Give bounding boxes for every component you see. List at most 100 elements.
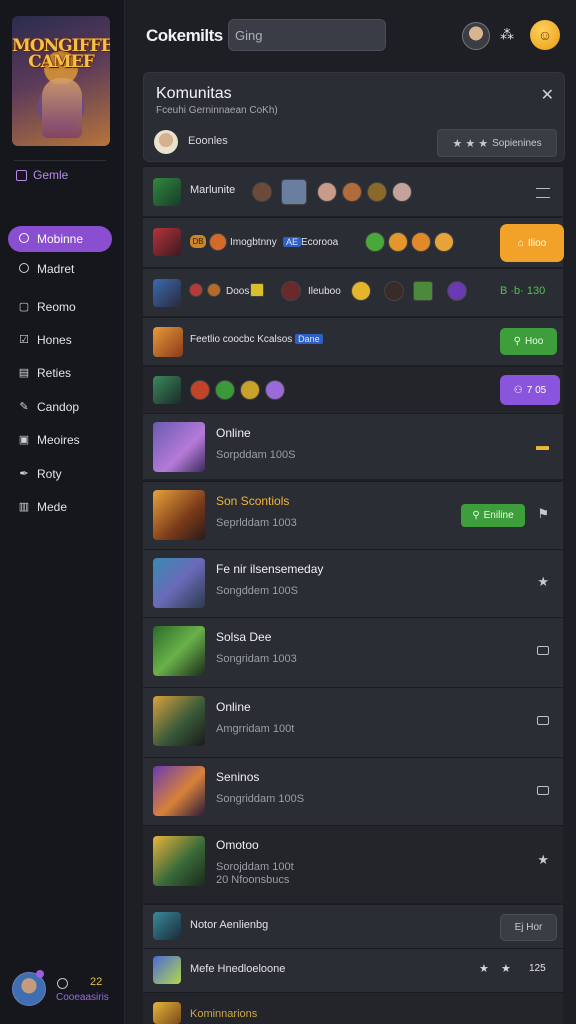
member-avatar [189, 283, 203, 297]
star-icon[interactable]: ★ [537, 574, 549, 590]
sidebar-divider [14, 160, 106, 161]
footer-count: 22 [90, 976, 103, 988]
game-title: Omotoo [216, 838, 259, 852]
sidebar-item-8[interactable]: ▥ Mede [8, 494, 112, 520]
sidebar-item-6[interactable]: ▣ Meoires [8, 427, 112, 453]
list-item[interactable]: Doos Ileuboo B ·b· 130 [143, 268, 563, 316]
star-icon[interactable]: ★ [479, 962, 489, 975]
sidebar-item-label: Meoires [37, 433, 80, 447]
row-action-label: 7 05 [526, 384, 547, 396]
row-action-label: Hoo [524, 336, 544, 347]
sidebar: MONGIFFE CAMEF Gemle Mobinne Madret ▢ Re… [0, 0, 125, 1024]
list-item[interactable]: Marlunite [143, 166, 563, 216]
row-action-button[interactable]: Ej Hor [500, 914, 557, 941]
row-action-button[interactable]: ⚇ 7 05 [500, 375, 560, 405]
avatar [153, 228, 181, 256]
game-row[interactable]: Fe nir ilsensemeday Songddem 100S ★ [143, 549, 563, 617]
avatar[interactable] [154, 130, 178, 154]
member-avatar [209, 233, 227, 251]
panel-action-label: Sopienines [492, 137, 542, 149]
list-item[interactable]: DB Imogbtnny AE Ecorooa ⌂ Ilioo [143, 217, 564, 267]
list-item[interactable]: Kominnarions [143, 992, 563, 1024]
people-icon: ⚇ [513, 384, 523, 396]
close-icon[interactable]: ✕ [541, 85, 554, 105]
row-label: Imogbtnny [230, 237, 277, 248]
game-title: Online [216, 700, 251, 714]
sidebar-item-5[interactable]: ✎ Candop [8, 394, 112, 420]
sidebar-item-2[interactable]: ▢ Reomo [8, 294, 112, 320]
member-avatar [252, 182, 272, 202]
page-title: Cokemilts [146, 26, 223, 45]
list-item[interactable]: Feetlio coocbc Kcalsos Dane ⚲ Hoo [143, 317, 563, 365]
game-subtitle: Seprlddam 1003 [216, 517, 297, 529]
coin-icon[interactable]: ☺ [530, 20, 560, 50]
game-thumbnail [153, 696, 205, 746]
ticket-icon[interactable]: ▬ [536, 438, 549, 453]
game-thumbnail [153, 490, 205, 540]
logo-character [42, 78, 82, 138]
ring-icon [18, 263, 30, 275]
star-icon[interactable]: ★ [537, 852, 549, 868]
window-icon[interactable] [537, 646, 549, 655]
sidebar-item-label: Candop [37, 400, 80, 414]
game-title: Fe nir ilsensemeday [216, 562, 324, 576]
row-tag: AE [283, 237, 302, 247]
avatar[interactable] [462, 22, 490, 50]
game-title: Online [216, 426, 251, 440]
game-row[interactable]: Omotoo Sorojddam 100t 20 Nfoonsbucs ★ [143, 825, 563, 903]
row-label: Notor Aenlienbg [190, 919, 269, 931]
community-panel: Komunitas Fceuhi Gerninnaean CoKh) ✕ Eoo… [143, 72, 565, 162]
row-label: Marlunite [190, 184, 236, 196]
status-ring-icon[interactable] [57, 978, 68, 989]
game-thumbnail [153, 766, 205, 816]
window-icon[interactable] [537, 716, 549, 725]
logo-line-2: CAMEF [28, 52, 95, 72]
star-icon[interactable]: ★ [501, 962, 511, 975]
list-item[interactable]: Mefe Hnedloeloone ★ ★ 125 [143, 948, 563, 992]
avatar [153, 1002, 181, 1024]
game-thumbnail [153, 626, 205, 676]
row-label: Ecorooa [301, 237, 339, 248]
sidebar-item-0[interactable]: Mobinne [8, 226, 112, 252]
game-title: Son Scontiols [216, 494, 290, 508]
sidebar-footer: 22 Cooeaasiris [12, 970, 116, 1006]
logo-text: MONGIFFE CAMEF [12, 38, 110, 72]
row-label: Mefe Hnedloeloone [190, 963, 286, 975]
game-row[interactable]: Solsa Dee Songridam 1003 [143, 617, 563, 687]
sidebar-item-3[interactable]: ☑ Hones [8, 327, 112, 353]
panel-action-button[interactable]: ★ ★ ★ Sopienines [437, 129, 557, 157]
footer-label[interactable]: Cooeaasiris [56, 992, 109, 1003]
game-row[interactable]: Online Sorpddam 100S ▬ [143, 413, 563, 479]
member-avatar [281, 281, 301, 301]
member-avatar [240, 380, 260, 400]
online-button[interactable]: ⚲ Eniline [461, 504, 525, 527]
sidebar-game-link[interactable]: Gemle [16, 168, 68, 182]
window-icon[interactable] [537, 786, 549, 795]
game-thumbnail [153, 422, 205, 472]
row-label: Feetlio coocbc Kcalsos [190, 334, 293, 345]
home-icon: ⌂ [517, 237, 524, 249]
game-row[interactable]: Son Scontiols Seprlddam 1003 ⚲ Eniline ⚑ [143, 481, 563, 549]
sidebar-item-1[interactable]: Madret [8, 256, 112, 282]
member-avatar [250, 283, 264, 297]
list-item[interactable]: Notor Aenlienbg Ej Hor [143, 904, 563, 948]
sidebar-item-4[interactable]: ▤ Reties [8, 360, 112, 386]
game-logo[interactable]: MONGIFFE CAMEF [12, 16, 110, 146]
people-icon[interactable]: ⁂ [497, 24, 517, 44]
menu-icon[interactable] [536, 188, 550, 198]
list-item[interactable]: ⚇ 7 05 [143, 366, 563, 413]
sidebar-item-label: Roty [37, 467, 62, 481]
row-action-button[interactable]: ⚲ Hoo [500, 328, 557, 355]
search-input[interactable]: Ging [228, 19, 386, 51]
member-avatar [365, 232, 385, 252]
member-avatar [411, 232, 431, 252]
row-action-button[interactable]: ⌂ Ilioo [500, 224, 564, 262]
game-row[interactable]: Online Amgrridam 100t [143, 687, 563, 757]
sidebar-item-7[interactable]: ✒ Roty [8, 461, 112, 487]
member-avatar [265, 380, 285, 400]
game-subtitle-2: 20 Nfoonsbucs [216, 874, 290, 886]
avatar [153, 327, 183, 357]
member-avatar [434, 232, 454, 252]
game-row[interactable]: Seninos Songriddam 100S [143, 757, 563, 825]
bookmark-icon[interactable]: ⚑ [537, 506, 549, 522]
